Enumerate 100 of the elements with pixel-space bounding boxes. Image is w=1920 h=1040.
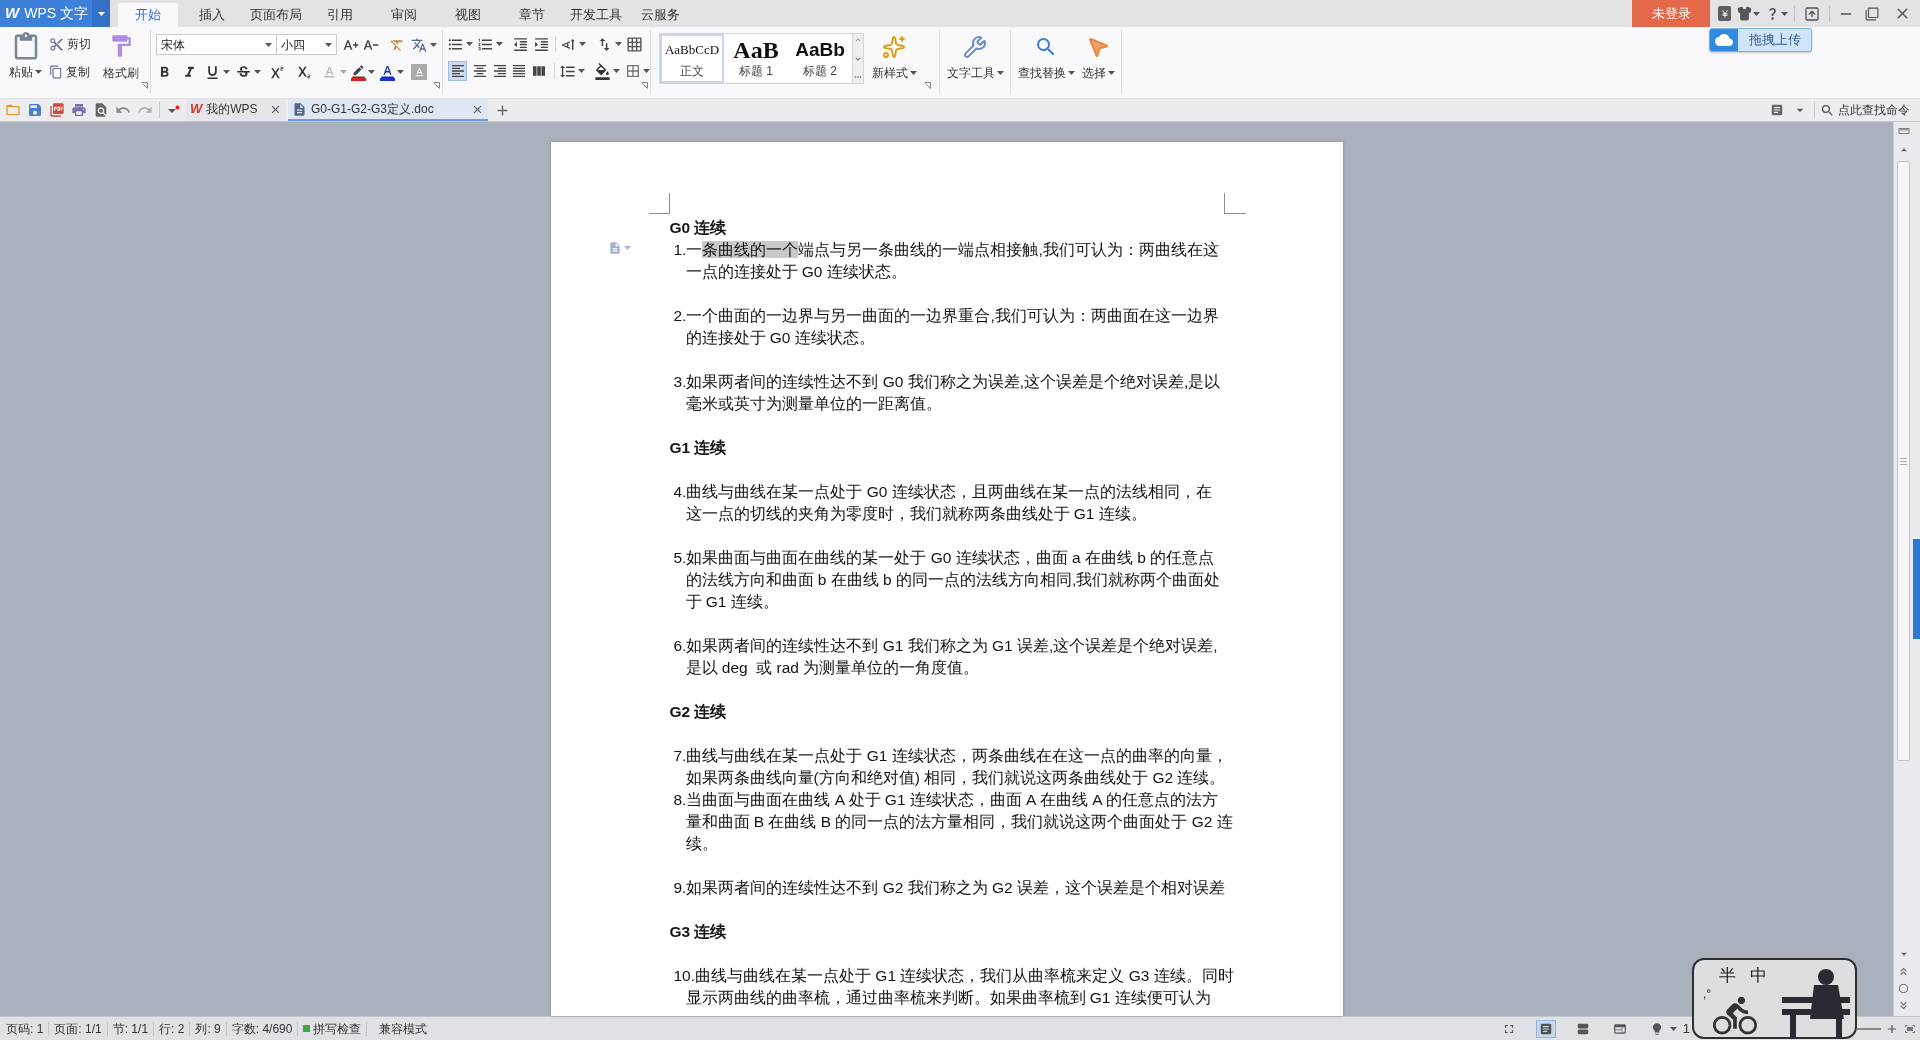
document-icon[interactable]: [292, 101, 307, 117]
ribbon-tab[interactable]: 章节: [502, 3, 562, 27]
caret-icon[interactable]: [909, 71, 917, 75]
section-heading: G1 连续: [669, 438, 727, 458]
corner-arrow-icon[interactable]: [641, 82, 648, 89]
document-tab[interactable]: W 我的WPS: [186, 99, 286, 121]
status-text: 节: 1/1: [112, 1021, 155, 1036]
restore-icon[interactable]: [1865, 6, 1879, 21]
zoom-slider-track[interactable]: [1857, 1027, 1881, 1030]
ribbon-tab[interactable]: 页面布局: [246, 3, 306, 27]
shirt-icon[interactable]: [1737, 6, 1752, 21]
paint-bucket-icon[interactable]: [593, 62, 611, 80]
caret-icon[interactable]: [496, 42, 503, 47]
punctuation-toggle[interactable]: ,°: [1703, 988, 1712, 1000]
ribbon-tab[interactable]: 云服务: [630, 3, 690, 27]
upload-box-icon[interactable]: [1804, 5, 1820, 22]
font-color-icon[interactable]: [380, 63, 395, 81]
ribbon-tab[interactable]: 开发工具: [566, 3, 626, 27]
corner-arrow-icon[interactable]: [924, 82, 931, 89]
highlight-icon[interactable]: [351, 63, 366, 81]
caret-icon[interactable]: [466, 42, 473, 47]
side-panel-toggle[interactable]: [1913, 539, 1920, 639]
next-page-icon[interactable]: [1897, 999, 1910, 1012]
language-toggle[interactable]: 中: [1750, 966, 1767, 986]
caret-icon[interactable]: [254, 70, 261, 74]
document-mode-icon[interactable]: [1770, 103, 1784, 117]
paste-button[interactable]: 粘贴: [6, 27, 46, 93]
copy-icon[interactable]: [49, 65, 64, 79]
status-text: 行: 2: [159, 1021, 191, 1036]
increase-indent-icon[interactable]: [533, 35, 550, 53]
section-heading: G3 连续: [669, 922, 727, 942]
status-text: 字数: 4/690: [231, 1021, 299, 1036]
copy-button[interactable]: 复制: [49, 63, 100, 81]
caret-icon[interactable]: [430, 42, 437, 47]
font-name-dropdown[interactable]: 宋体: [156, 34, 277, 55]
ribbon-tab[interactable]: 引用: [310, 3, 370, 27]
style-tile[interactable]: AaBbCcD 正文: [660, 34, 724, 83]
ribbon-tool-button[interactable]: 查找替换: [1017, 27, 1075, 93]
ruler-icon[interactable]: [1897, 125, 1910, 137]
cut-button[interactable]: 剪切: [49, 35, 100, 53]
ribbon-tab[interactable]: 开始: [118, 3, 178, 27]
caret-icon[interactable]: [996, 71, 1004, 75]
yen-tag-icon[interactable]: [1718, 6, 1731, 21]
wrench-icon[interactable]: [963, 35, 987, 59]
status-text: 页面: 1/1: [54, 1021, 108, 1036]
caret-icon[interactable]: [612, 69, 620, 74]
ribbon-tool-button[interactable]: 选择: [1081, 27, 1115, 93]
caret-icon[interactable]: [577, 69, 585, 74]
caret-icon[interactable]: [579, 42, 586, 47]
caret-icon[interactable]: [368, 70, 375, 74]
caret-dot-icon[interactable]: [168, 105, 180, 115]
vertical-scrollbar[interactable]: [1893, 122, 1913, 1016]
ribbon-tool-button[interactable]: 新样式: [870, 27, 918, 93]
caret-icon[interactable]: [642, 69, 650, 74]
margin-corner-mark: [648, 193, 670, 214]
caret-icon[interactable]: [1781, 11, 1788, 16]
caret-icon[interactable]: [223, 70, 230, 74]
caret-icon[interactable]: [35, 70, 43, 74]
borders-icon[interactable]: [624, 63, 641, 80]
ribbon-tab[interactable]: 视图: [438, 3, 498, 27]
caret-icon[interactable]: [1753, 11, 1760, 16]
caret-icon[interactable]: [325, 42, 332, 47]
search-icon[interactable]: [1820, 102, 1835, 118]
half-width-toggle[interactable]: 半: [1719, 966, 1736, 986]
app-menu-button[interactable]: W WPS 文字: [0, 0, 110, 27]
caret-icon[interactable]: [397, 70, 404, 74]
translate-icon[interactable]: [411, 36, 427, 53]
style-tile[interactable]: AaB 标题 1: [724, 34, 788, 83]
print-preview-icon[interactable]: [93, 102, 109, 118]
scissors-icon[interactable]: [49, 36, 65, 52]
print-icon[interactable]: [71, 102, 87, 118]
style-tile[interactable]: AaBb 标题 2: [788, 34, 852, 83]
format-painter-button[interactable]: 格式刷: [101, 27, 141, 93]
list-paragraph: 3.如果两者间的连续性达不到 G0 我们称之为误差,这个误差是个绝对误差,是以 毫米或英寸为测量单位的一距离值。: [672, 372, 1221, 414]
scrollbar-thumb[interactable]: [1897, 161, 1910, 761]
spell-check-button[interactable]: 拼写检查: [303, 1021, 368, 1036]
pdf-icon[interactable]: [49, 102, 65, 118]
ribbon-tab[interactable]: 插入: [182, 3, 242, 27]
corner-arrow-icon[interactable]: [141, 82, 148, 89]
previous-page-icon[interactable]: [1897, 965, 1910, 978]
ribbon-tool-button[interactable]: 文字工具: [946, 27, 1004, 93]
logo-mark: W: [190, 100, 203, 119]
table-grid-icon[interactable]: [626, 35, 643, 53]
caret-icon[interactable]: [92, 0, 110, 27]
command-search-field[interactable]: 点此查找命令: [1838, 101, 1916, 119]
section-heading: G2 连续: [669, 702, 727, 722]
caret-icon[interactable]: [1107, 71, 1115, 75]
fit-page-icon[interactable]: [1904, 1022, 1916, 1035]
corner-arrow-icon[interactable]: [433, 82, 440, 89]
caret-icon[interactable]: [1669, 1026, 1677, 1031]
caret-icon[interactable]: [1067, 71, 1075, 75]
ribbon-tab[interactable]: 审阅: [374, 3, 434, 27]
document-tab[interactable]: G0-G1-G2-G3定义.doc: [288, 99, 488, 121]
caret-icon[interactable]: [265, 42, 272, 47]
browse-object-icon[interactable]: [1898, 983, 1909, 994]
decrease-indent-icon[interactable]: [512, 35, 529, 53]
upload-button[interactable]: 拖拽上传: [1709, 28, 1812, 52]
caret-icon[interactable]: [615, 42, 622, 47]
font-size-dropdown[interactable]: 小四: [277, 34, 337, 55]
save-icon[interactable]: [27, 102, 43, 118]
